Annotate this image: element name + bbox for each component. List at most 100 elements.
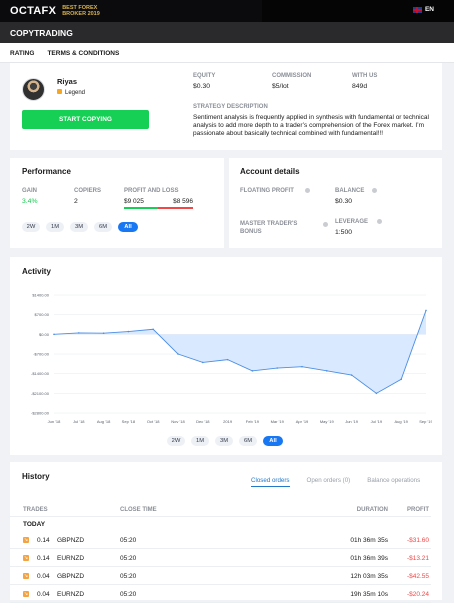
symbol-value: EURNZD	[57, 554, 85, 562]
activity-data-point	[350, 374, 353, 376]
activity-data-point	[326, 370, 328, 372]
terms-link[interactable]: TERMS & CONDITIONS	[47, 50, 119, 57]
performance-title: Performance	[22, 167, 71, 176]
top-navigation-bar: OCTAFX BEST FOREX BROKER 2019 EN	[0, 0, 454, 22]
volume-value: 0.14	[37, 536, 50, 544]
activity-period-selector: 2W 1M 3M 6M All	[167, 436, 283, 446]
profit-loss-stat: PROFIT AND LOSS $9 025 $8 596	[124, 188, 193, 209]
history-row[interactable]: ↘ 0.14 GBPNZD 05:20 01h 36m 35s -$31.60	[10, 532, 431, 549]
commission-value: $5/lot	[272, 83, 289, 90]
balance-operations-tab[interactable]: Balance operations	[367, 477, 420, 487]
y-axis-tick-label: -$1400.00	[31, 371, 50, 376]
info-icon[interactable]	[323, 222, 328, 227]
close-time-value: 05:20	[120, 554, 137, 562]
gain-label: GAIN	[22, 188, 37, 194]
activity-data-point	[78, 332, 80, 334]
period-2w[interactable]: 2W	[22, 222, 40, 232]
y-axis-tick-label: -$700.00	[33, 352, 50, 357]
octafx-logo[interactable]: OCTAFX	[10, 5, 56, 17]
profit-loss-label: PROFIT AND LOSS	[124, 188, 179, 194]
activity-data-point	[102, 332, 105, 335]
period-6m[interactable]: 6M	[94, 222, 112, 232]
profit-value: -$20.24	[406, 590, 429, 598]
balance-value: $0.30	[335, 198, 353, 205]
x-axis-tick-label: Sep '19	[419, 419, 432, 424]
history-tabs: Closed orders Open orders (0) Balance op…	[251, 477, 420, 487]
copiers-value: 2	[74, 198, 78, 205]
subnavigation: RATING TERMS & CONDITIONS	[0, 43, 454, 63]
symbol-value: GBPNZD	[57, 572, 85, 580]
y-axis-tick-label: $0.00	[39, 332, 50, 337]
duration-value: 01h 36m 39s	[350, 554, 388, 562]
history-title: History	[22, 472, 50, 481]
volume-value: 0.14	[37, 554, 50, 562]
activity-data-point	[53, 333, 55, 336]
strategy-text: Sentiment analysis is frequently applied…	[193, 114, 429, 137]
duration-value: 12h 03m 35s	[350, 572, 388, 580]
commission-label: COMMISSION	[272, 73, 312, 79]
activity-data-point	[400, 378, 403, 381]
leverage-label: LEVERAGE	[335, 219, 369, 225]
info-icon[interactable]	[377, 219, 382, 224]
activity-period-2w[interactable]: 2W	[167, 436, 185, 446]
trader-name: Riyas	[57, 77, 78, 86]
activity-data-point	[425, 309, 427, 312]
leverage-stat: LEVERAGE 1:500	[335, 219, 368, 236]
close-time-value: 05:20	[120, 536, 137, 544]
activity-period-6m[interactable]: 6M	[239, 436, 257, 446]
open-orders-tab[interactable]: Open orders (0)	[307, 477, 351, 487]
gain-value: 3.4%	[22, 198, 38, 205]
close-time-value: 05:20	[120, 572, 137, 580]
trade-cell: ↘ 0.04 GBPNZD	[10, 573, 120, 580]
activity-data-point	[276, 367, 279, 369]
trader-avatar	[22, 78, 45, 101]
history-table-header: TRADES CLOSE TIME DURATION PROFIT	[10, 503, 431, 517]
activity-data-point	[301, 365, 303, 368]
language-code: EN	[424, 6, 434, 13]
trader-level-label: Legend	[65, 90, 86, 96]
symbol-value: EURNZD	[57, 590, 85, 598]
trader-level: Legend	[57, 89, 85, 96]
equity-label: EQUITY	[193, 73, 216, 79]
activity-data-point	[127, 330, 130, 333]
close-time-value: 05:20	[120, 590, 137, 598]
sell-trade-icon: ↘	[23, 591, 29, 597]
x-axis-tick-label: 2019	[223, 419, 233, 424]
today-group-label: TODAY	[23, 521, 46, 528]
y-axis-tick-label: $1400.00	[32, 293, 49, 298]
copiers-label: COPIERS	[74, 188, 102, 194]
volume-value: 0.04	[37, 590, 50, 598]
closed-orders-tab[interactable]: Closed orders	[251, 477, 290, 487]
x-axis-tick-label: Apr '19	[296, 419, 309, 424]
commission-stat: COMMISSION $5/lot	[272, 73, 311, 90]
activity-data-point	[226, 358, 229, 361]
gain-stat: GAIN 3.4%	[22, 188, 38, 205]
info-icon[interactable]	[305, 188, 310, 193]
x-axis-tick-label: Jul '19	[371, 419, 383, 424]
profit-bar	[124, 207, 158, 209]
period-1m[interactable]: 1M	[46, 222, 64, 232]
loss-value: $8 596	[173, 198, 193, 205]
strategy-description: STRATEGY DESCRIPTION Sentiment analysis …	[193, 104, 432, 138]
with-us-stat: WITH US 849d	[352, 73, 377, 90]
history-row[interactable]: ↘ 0.04 GBPNZD 05:20 12h 03m 35s -$42.55	[10, 568, 431, 585]
sell-trade-icon: ↘	[23, 573, 29, 579]
loss-bar	[157, 207, 193, 209]
period-all[interactable]: All	[118, 222, 138, 232]
history-row[interactable]: ↘ 0.04 EURNZD 05:20 19h 35m 10s -$20.24	[10, 586, 431, 603]
info-icon[interactable]	[372, 188, 377, 193]
y-axis-tick-label: -$2800.00	[31, 411, 50, 416]
activity-period-3m[interactable]: 3M	[215, 436, 233, 446]
profit-loss-values: $9 025 $8 596	[124, 198, 193, 205]
start-copying-button[interactable]: START COPYING	[22, 110, 149, 129]
x-axis-tick-label: Nov '18	[171, 419, 185, 424]
period-3m[interactable]: 3M	[70, 222, 88, 232]
profit-value: $9 025	[124, 198, 144, 205]
x-axis-tick-label: Sep '18	[122, 419, 136, 424]
activity-period-all[interactable]: All	[263, 436, 283, 446]
history-row[interactable]: ↘ 0.14 EURNZD 05:20 01h 36m 39s -$13.21	[10, 550, 431, 567]
rating-link[interactable]: RATING	[10, 50, 34, 57]
x-axis-tick-label: Jun '19	[345, 419, 359, 424]
activity-period-1m[interactable]: 1M	[191, 436, 209, 446]
language-selector[interactable]: EN	[412, 6, 434, 13]
